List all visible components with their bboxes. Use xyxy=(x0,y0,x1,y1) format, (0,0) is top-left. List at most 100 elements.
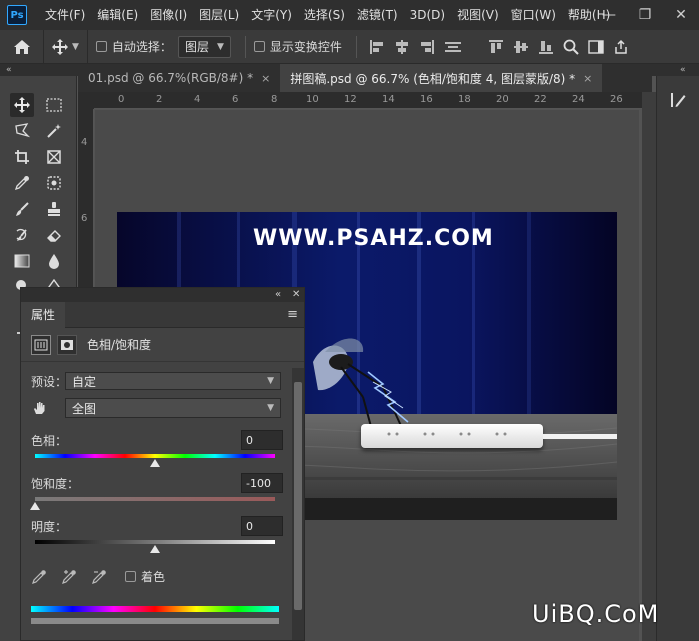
properties-scrollbar[interactable] xyxy=(292,368,304,640)
polygonal-lasso-icon xyxy=(15,123,30,138)
menu-image[interactable]: 图像(I) xyxy=(144,0,193,30)
menu-type[interactable]: 文字(Y) xyxy=(245,0,298,30)
align-middle-vertical-icon[interactable] xyxy=(513,39,529,55)
mosquito-graphic xyxy=(313,338,409,435)
gradient-tool[interactable] xyxy=(10,249,34,273)
brush-tool[interactable] xyxy=(10,197,34,221)
saturation-slider-track[interactable] xyxy=(35,497,275,501)
ruler-tick-label: 2 xyxy=(156,94,163,105)
hand-icon xyxy=(34,402,45,414)
menu-window[interactable]: 窗口(W) xyxy=(505,0,562,30)
ruler-tick-label: 20 xyxy=(496,94,509,105)
preset-value: 自定 xyxy=(72,374,97,389)
panel-menu-icon[interactable]: ≡ xyxy=(287,307,298,322)
colorize-checkbox[interactable] xyxy=(125,571,136,582)
align-top-icon[interactable] xyxy=(488,39,504,55)
close-icon[interactable]: × xyxy=(261,72,270,85)
marquee-tool[interactable] xyxy=(42,93,66,117)
eraser-tool[interactable] xyxy=(42,223,66,247)
canvas-scrollbar[interactable] xyxy=(642,92,656,641)
align-center-horizontal-icon[interactable] xyxy=(394,39,410,55)
workspace-icon[interactable] xyxy=(588,39,604,55)
hue-input[interactable]: 0 xyxy=(241,430,283,450)
preset-dropdown[interactable]: 自定 ▼ xyxy=(65,372,281,390)
move-tool-preset[interactable]: ▼ xyxy=(44,29,88,64)
menu-view[interactable]: 视图(V) xyxy=(451,0,505,30)
move-tool[interactable] xyxy=(10,93,34,117)
restore-button[interactable]: ❐ xyxy=(627,0,663,30)
tools-collapse-strip[interactable]: « xyxy=(0,64,78,76)
align-right-icon[interactable] xyxy=(419,39,435,55)
share-icon[interactable] xyxy=(613,39,629,55)
lasso-tool[interactable] xyxy=(10,119,34,143)
lightness-slider-track[interactable] xyxy=(35,540,275,544)
tab-label: 拼图稿.psd @ 66.7% (色相/饱和度 4, 图层蒙版/8) * xyxy=(290,71,576,86)
ruler-tick-label: 18 xyxy=(458,94,471,105)
eyedropper-tool[interactable] xyxy=(10,171,34,195)
hue-slider-track[interactable] xyxy=(35,454,275,458)
magic-wand-tool[interactable] xyxy=(42,119,66,143)
eyedropper-plus-icon[interactable] xyxy=(61,569,77,585)
tab-puzzle-psd[interactable]: 拼图稿.psd @ 66.7% (色相/饱和度 4, 图层蒙版/8) * × xyxy=(280,64,603,92)
hue-label: 色相： xyxy=(31,433,68,448)
ruler-tick-label: 10 xyxy=(306,94,319,105)
search-icon[interactable] xyxy=(563,39,579,55)
panel-title-bar[interactable]: « ✕ xyxy=(21,288,304,302)
menu-select[interactable]: 选择(S) xyxy=(298,0,351,30)
ruler-tick-label: 8 xyxy=(271,94,278,105)
minimize-button[interactable]: — xyxy=(591,0,627,30)
eyedropper-icon[interactable] xyxy=(31,569,47,585)
close-icon[interactable]: ✕ xyxy=(292,288,300,302)
document-tabs: 01.psd @ 66.7%(RGB/8#) * × 拼图稿.psd @ 66.… xyxy=(78,64,652,92)
auto-select-dropdown[interactable]: 图层 ▼ xyxy=(177,35,231,58)
menu-filter[interactable]: 滤镜(T) xyxy=(351,0,404,30)
saturation-input[interactable]: -100 xyxy=(241,473,283,493)
ruler-tick-label: 12 xyxy=(344,94,357,105)
menu-bar: Ps 文件(F) 编辑(E) 图像(I) 图层(L) 文字(Y) 选择(S) 滤… xyxy=(0,0,699,30)
channel-dropdown[interactable]: 全图 ▼ xyxy=(65,398,281,418)
align-bottom-icon[interactable] xyxy=(538,39,554,55)
collapse-icon[interactable]: « xyxy=(275,288,281,302)
spot-healing-tool[interactable] xyxy=(42,171,66,195)
scrollbar-thumb[interactable] xyxy=(294,382,302,610)
layer-mask-button[interactable] xyxy=(57,334,77,355)
auto-select-checkbox[interactable] xyxy=(95,41,107,52)
menu-file[interactable]: 文件(F) xyxy=(39,0,91,30)
menu-layer[interactable]: 图层(L) xyxy=(193,0,245,30)
dock-collapse-strip[interactable]: « xyxy=(652,64,699,76)
brush-icon xyxy=(16,202,29,216)
auto-select-value: 图层 xyxy=(184,40,209,54)
close-window-button[interactable]: ✕ xyxy=(663,0,699,30)
window-controls: — ❐ ✕ xyxy=(591,0,699,30)
adjustment-layer-button[interactable] xyxy=(31,334,51,355)
distribute-horizontal-icon[interactable] xyxy=(444,39,462,55)
properties-panel-button[interactable] xyxy=(664,86,692,114)
tab-properties[interactable]: 属性 xyxy=(21,301,66,328)
lightness-input[interactable]: 0 xyxy=(241,516,283,536)
align-left-icon[interactable] xyxy=(369,39,385,55)
crop-tool[interactable] xyxy=(10,145,34,169)
ruler-tick-label: 4 xyxy=(194,94,201,105)
ruler-tick-label: 16 xyxy=(420,94,433,105)
stamp-icon xyxy=(48,202,60,216)
blur-tool[interactable] xyxy=(42,249,66,273)
home-button[interactable] xyxy=(0,29,44,64)
clone-stamp-tool[interactable] xyxy=(42,197,66,221)
move-icon xyxy=(52,38,68,55)
tab-01-psd[interactable]: 01.psd @ 66.7%(RGB/8#) * × xyxy=(78,64,280,92)
transform-group: 显示变换控件 xyxy=(252,30,350,64)
ruler-corner[interactable] xyxy=(78,92,94,109)
lightness-slider-thumb[interactable] xyxy=(150,545,160,553)
close-icon[interactable]: × xyxy=(583,72,592,85)
menu-edit[interactable]: 编辑(E) xyxy=(91,0,144,30)
menu-3d[interactable]: 3D(D) xyxy=(404,0,451,30)
photoshop-logo: Ps xyxy=(7,5,27,25)
frame-tool[interactable] xyxy=(42,145,66,169)
transform-controls-checkbox[interactable] xyxy=(253,41,265,52)
history-brush-tool[interactable] xyxy=(10,223,34,247)
eyedropper-minus-icon[interactable] xyxy=(91,569,107,585)
horizontal-ruler[interactable]: 0 2 4 6 8 10 12 14 16 18 20 22 24 26 xyxy=(94,92,642,109)
targeted-adjustment-tool[interactable] xyxy=(31,398,65,418)
saturation-slider-thumb[interactable] xyxy=(30,502,40,510)
hue-slider-thumb[interactable] xyxy=(150,459,160,467)
